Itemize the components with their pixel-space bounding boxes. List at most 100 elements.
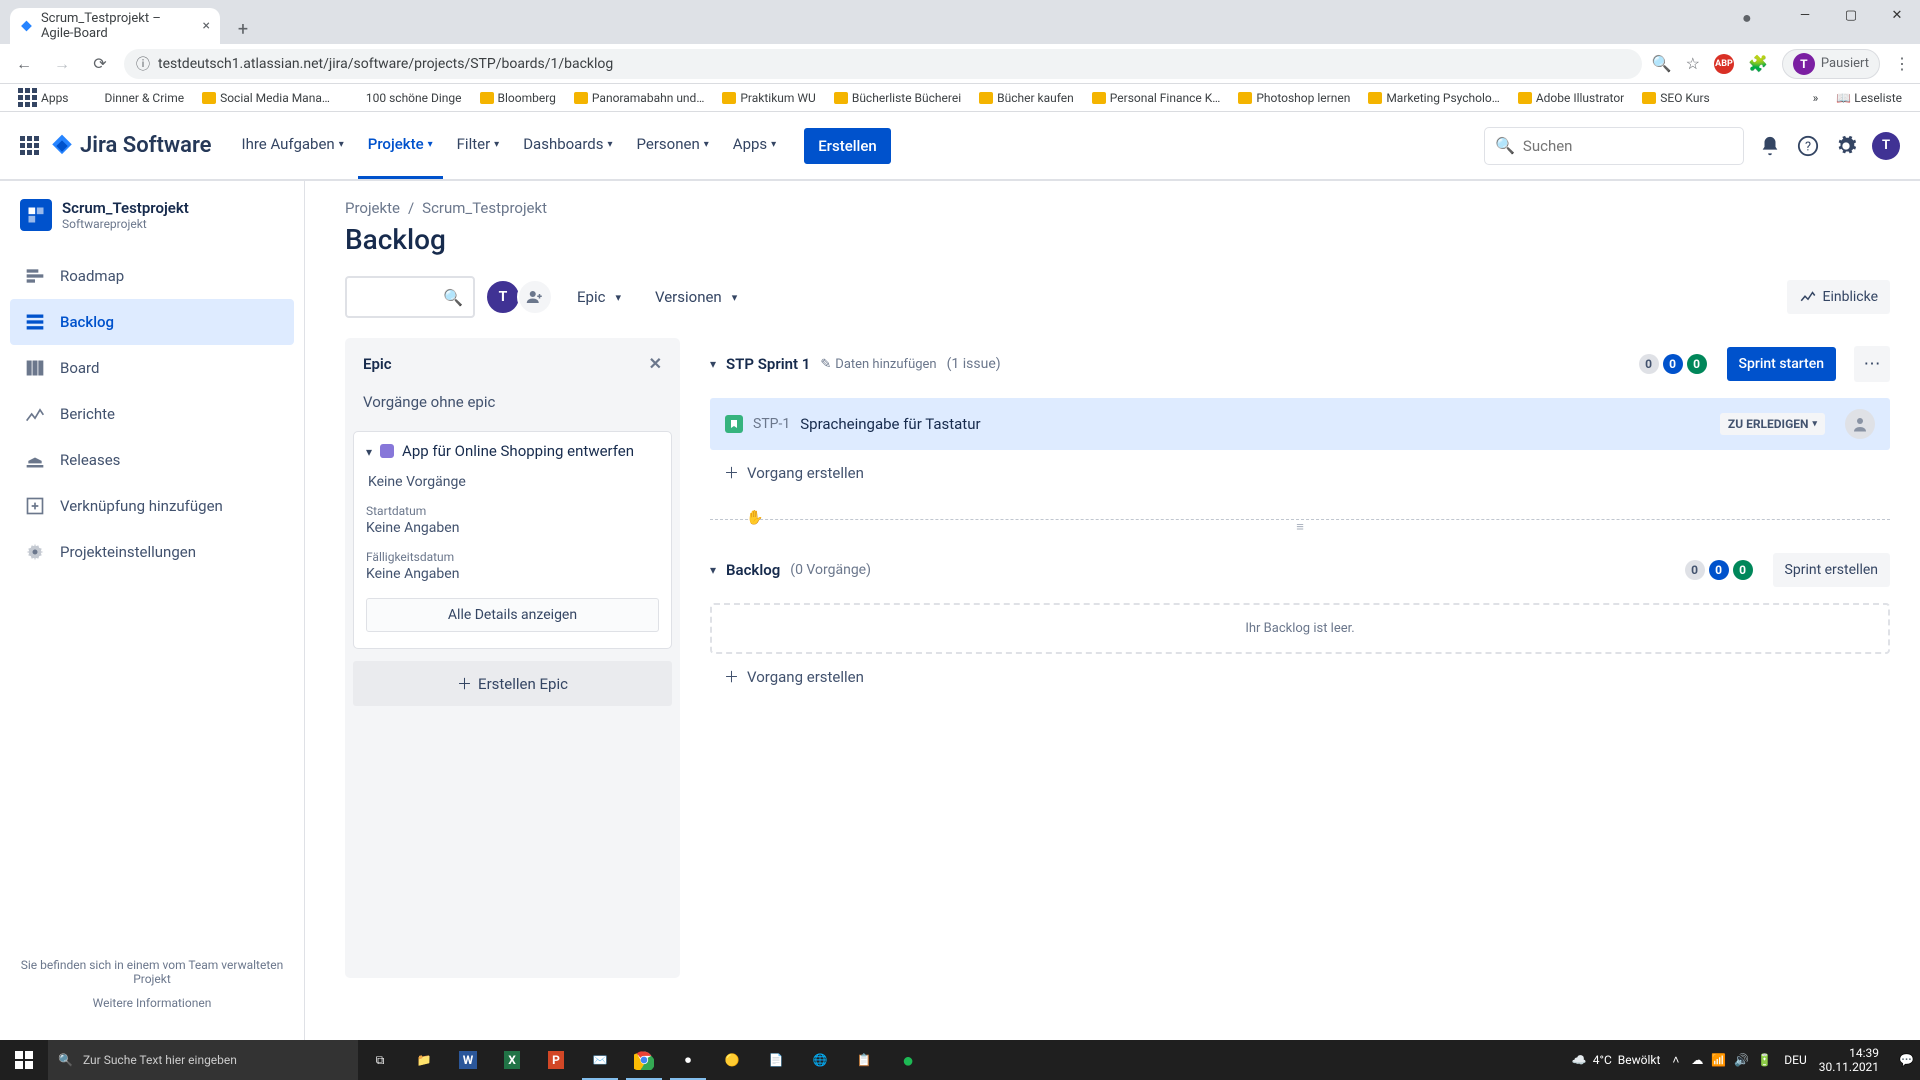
tray-chevron-icon[interactable]: ˄: [1672, 1053, 1679, 1067]
taskbar-language[interactable]: DEU: [1784, 1053, 1806, 1067]
taskbar-app[interactable]: 📄: [754, 1040, 798, 1080]
taskbar-mail[interactable]: ✉️: [578, 1040, 622, 1080]
taskbar-app[interactable]: 🟡: [710, 1040, 754, 1080]
status-pill-inprogress[interactable]: 0: [1663, 354, 1683, 374]
status-pill-todo[interactable]: 0: [1639, 354, 1659, 374]
status-pill-inprogress[interactable]: 0: [1709, 560, 1729, 580]
insights-button[interactable]: Einblicke: [1787, 280, 1890, 314]
create-epic-button[interactable]: ＋ Erstellen Epic: [353, 661, 672, 706]
close-tab-icon[interactable]: ×: [203, 18, 210, 34]
chevron-down-icon[interactable]: ▾: [710, 357, 716, 371]
bookmark-item[interactable]: Bücherliste Bücherei: [826, 88, 969, 108]
filter-epic-dropdown[interactable]: Epic▾: [567, 282, 631, 312]
bookmark-item[interactable]: Praktikum WU: [714, 88, 823, 108]
assignee-avatar[interactable]: T: [485, 279, 521, 315]
chrome-menu-icon[interactable]: ⋮: [1894, 54, 1910, 73]
sprint-create-issue[interactable]: ＋ Vorgang erstellen: [710, 450, 1890, 495]
help-icon[interactable]: ?: [1796, 134, 1820, 158]
tray-onedrive-icon[interactable]: ☁: [1691, 1053, 1703, 1067]
taskbar-powerpoint[interactable]: P: [534, 1040, 578, 1080]
bookmark-item[interactable]: SEO Kurs: [1634, 88, 1717, 108]
bookmark-item[interactable]: Photoshop lernen: [1230, 88, 1358, 108]
close-icon[interactable]: ✕: [649, 354, 662, 373]
sidebar-footer-link[interactable]: Weitere Informationen: [20, 996, 284, 1010]
taskbar-app[interactable]: 📋: [842, 1040, 886, 1080]
abp-badge[interactable]: ABP: [1714, 54, 1734, 74]
taskbar-excel[interactable]: X: [490, 1040, 534, 1080]
extensions-icon[interactable]: 🧩: [1748, 54, 1768, 73]
backlog-name[interactable]: Backlog: [726, 561, 780, 579]
sidebar-item-add-link[interactable]: Verknüpfung hinzufügen: [10, 483, 294, 529]
breadcrumb-project-name[interactable]: Scrum_Testprojekt: [422, 199, 547, 217]
nav-apps[interactable]: Apps▾: [723, 112, 786, 179]
bookmark-item[interactable]: Bloomberg: [472, 88, 564, 108]
window-maximize[interactable]: ▢: [1828, 0, 1874, 30]
bookmark-item[interactable]: Panoramabahn und…: [566, 88, 712, 108]
epic-no-epic-row[interactable]: Vorgänge ohne epic: [345, 381, 680, 423]
drag-handle-icon[interactable]: ≡: [1296, 519, 1304, 535]
nav-back-icon[interactable]: ←: [10, 50, 38, 78]
bookmark-item[interactable]: Dinner & Crime: [79, 88, 193, 108]
chrome-profile-badge[interactable]: T Pausiert: [1782, 49, 1880, 79]
window-minimize[interactable]: —: [1782, 0, 1828, 30]
jira-user-avatar[interactable]: T: [1872, 132, 1900, 160]
bookmark-item[interactable]: Bücher kaufen: [971, 88, 1082, 108]
settings-icon[interactable]: [1834, 134, 1858, 158]
epic-card-header[interactable]: ▾ App für Online Shopping entwerfen: [366, 442, 659, 460]
site-info-icon[interactable]: ⓘ: [136, 54, 150, 74]
jira-search-field[interactable]: 🔍: [1484, 127, 1744, 165]
sidebar-item-roadmap[interactable]: Roadmap: [10, 253, 294, 299]
start-sprint-button[interactable]: Sprint starten: [1727, 347, 1836, 381]
nav-projects[interactable]: Projekte▾: [358, 112, 443, 179]
bookmark-item[interactable]: Marketing Psycholo…: [1360, 88, 1507, 108]
bookmark-item[interactable]: Personal Finance K…: [1084, 88, 1229, 108]
nav-people[interactable]: Personen▾: [627, 112, 719, 179]
chevron-down-icon[interactable]: ▾: [366, 445, 372, 459]
chevron-down-icon[interactable]: ▾: [710, 563, 716, 577]
backlog-create-issue[interactable]: ＋ Vorgang erstellen: [710, 654, 1890, 699]
new-tab-button[interactable]: +: [228, 14, 258, 44]
chrome-menu-dot[interactable]: ●: [1742, 8, 1758, 24]
windows-search-box[interactable]: 🔍 Zur Suche Text hier eingeben: [48, 1040, 358, 1080]
taskbar-weather[interactable]: ☁️ 4°C Bewölkt: [1572, 1053, 1661, 1067]
bookmark-item[interactable]: Social Media Mana…: [194, 88, 338, 108]
sidebar-item-backlog[interactable]: Backlog: [10, 299, 294, 345]
tray-volume-icon[interactable]: 🔊: [1734, 1053, 1749, 1067]
taskbar-file-explorer[interactable]: 📁: [402, 1040, 446, 1080]
issue-key[interactable]: STP-1: [753, 416, 790, 432]
status-pill-done[interactable]: 0: [1733, 560, 1753, 580]
create-sprint-button[interactable]: Sprint erstellen: [1773, 553, 1890, 587]
taskbar-chrome[interactable]: [622, 1040, 666, 1080]
add-dates-button[interactable]: ✎ Daten hinzufügen: [820, 357, 936, 372]
add-assignee-button[interactable]: [517, 279, 553, 315]
bookmark-item[interactable]: Adobe Illustrator: [1510, 88, 1632, 108]
issue-status-dropdown[interactable]: ZU ERLEDIGEN▾: [1720, 413, 1825, 435]
sprint-more-button[interactable]: ⋯: [1854, 346, 1890, 382]
epic-details-button[interactable]: Alle Details anzeigen: [366, 598, 659, 632]
sidebar-item-releases[interactable]: Releases: [10, 437, 294, 483]
sidebar-project-header[interactable]: Scrum_Testprojekt Softwareprojekt: [0, 199, 304, 247]
bookmark-overflow[interactable]: »: [1805, 88, 1827, 108]
nav-dashboards[interactable]: Dashboards▾: [513, 112, 622, 179]
issue-card[interactable]: STP-1 Spracheingabe für Tastatur ZU ERLE…: [710, 398, 1890, 450]
start-button[interactable]: [0, 1040, 48, 1080]
nav-filters[interactable]: Filter▾: [447, 112, 510, 179]
issue-assignee-avatar[interactable]: [1845, 409, 1875, 439]
status-pill-todo[interactable]: 0: [1685, 560, 1705, 580]
create-button[interactable]: Erstellen: [804, 128, 891, 164]
backlog-search-box[interactable]: 🔍: [345, 276, 475, 318]
zoom-icon[interactable]: 🔍: [1652, 54, 1672, 73]
nav-forward-icon[interactable]: →: [48, 50, 76, 78]
section-divider[interactable]: ✋ ≡: [710, 519, 1890, 533]
sprint-name[interactable]: STP Sprint 1: [726, 355, 810, 373]
sidebar-item-board[interactable]: Board: [10, 345, 294, 391]
bookmark-star-icon[interactable]: ☆: [1686, 54, 1700, 73]
chrome-url-bar[interactable]: ⓘ testdeutsch1.atlassian.net/jira/softwa…: [124, 49, 1642, 79]
nav-reload-icon[interactable]: ⟳: [86, 50, 114, 78]
taskbar-word[interactable]: W: [446, 1040, 490, 1080]
window-close[interactable]: ✕: [1874, 0, 1920, 30]
app-switcher-icon[interactable]: [20, 136, 39, 155]
bookmark-apps[interactable]: Apps: [10, 85, 77, 110]
sidebar-item-project-settings[interactable]: Projekteinstellungen: [10, 529, 294, 575]
jira-logo[interactable]: Jira Software: [49, 133, 212, 159]
